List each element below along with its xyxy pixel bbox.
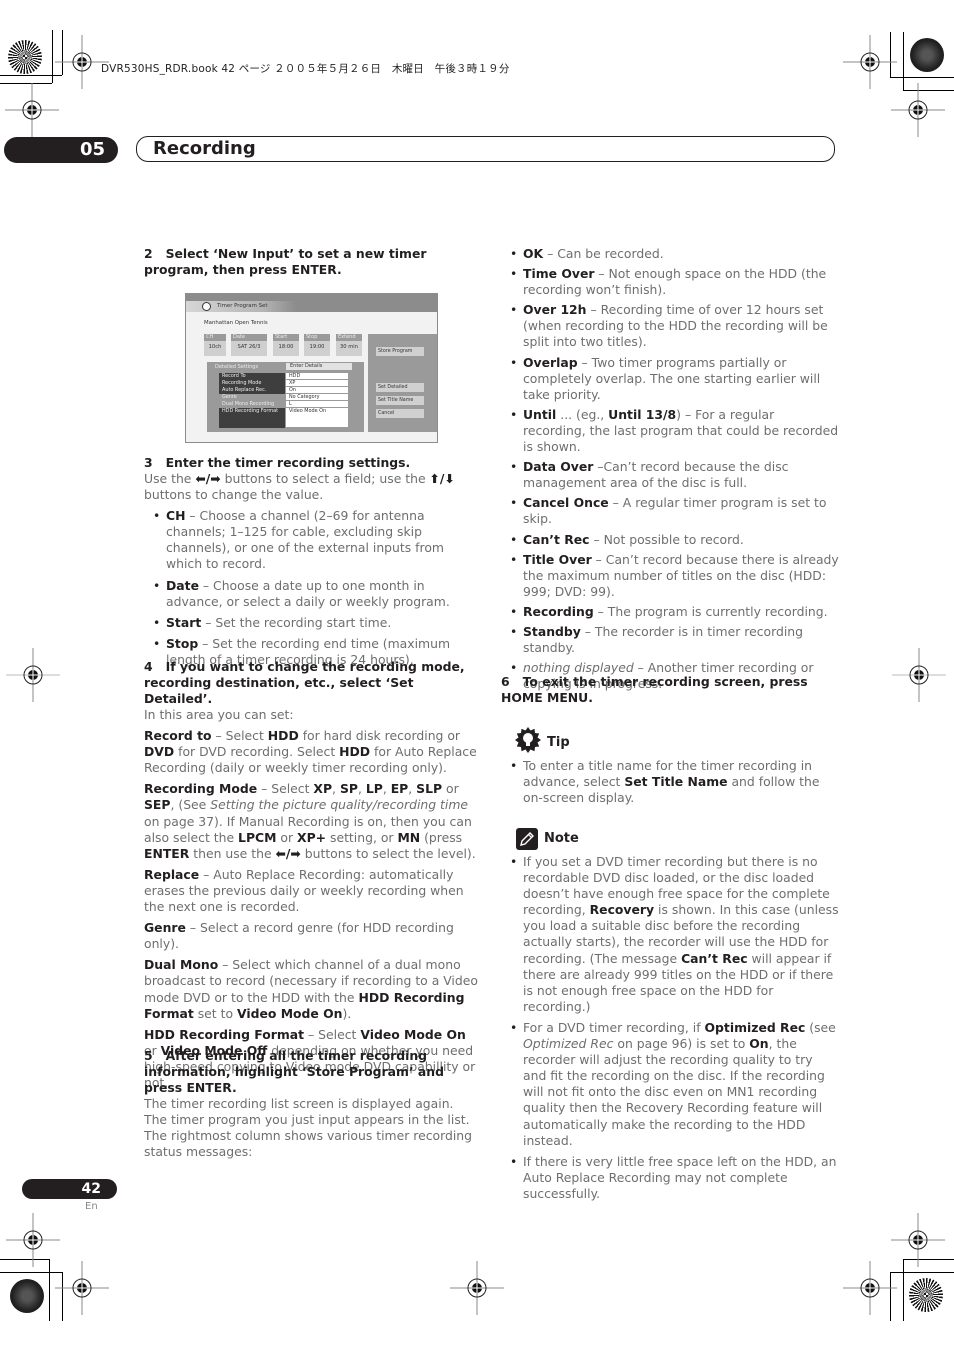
list-item: To enter a title name for the timer reco… <box>501 758 839 806</box>
osd-field-ch: CH 10ch <box>204 334 226 356</box>
chapter-title: Recording <box>153 138 256 159</box>
status-list: OK – Can be recorded. Time Over – Not en… <box>501 246 839 692</box>
list-item: Until ... (eg., Until 13/8) – For a regu… <box>501 407 839 455</box>
crop-line <box>0 75 62 76</box>
crop-line <box>890 1272 954 1273</box>
step-5-heading: 5 After entering all the timer recording… <box>144 1048 444 1095</box>
registration-mark-icon <box>843 35 897 89</box>
registration-mark-icon <box>6 1213 60 1267</box>
registration-mark-icon <box>891 83 945 137</box>
genre-description: Genre – Select a record genre (for HDD r… <box>144 920 454 952</box>
registration-mark-icon <box>892 648 946 702</box>
list-item: Recording – The program is currently rec… <box>501 604 839 620</box>
tip-content: To enter a title name for the timer reco… <box>501 758 839 806</box>
registration-mark-icon <box>6 648 60 702</box>
osd-title: Timer Program Set <box>217 303 268 309</box>
step-4: 4 If you want to change the recording mo… <box>144 659 480 1091</box>
list-item: Title Over – Can’t record because there … <box>501 552 839 600</box>
timer-program-set-screenshot: Timer Program Set Manhattan Open Tennis … <box>185 293 438 443</box>
osd-row-hdd-format[interactable]: HDD Recording Format Video Mode On <box>219 408 349 428</box>
osd-program-name: Manhattan Open Tennis <box>204 320 268 326</box>
registration-mark-icon <box>891 1213 945 1267</box>
list-item: OK – Can be recorded. <box>501 246 839 262</box>
up-down-arrows-icon: ⬆/⬇ <box>429 471 455 486</box>
list-item: Time Over – Not enough space on the HDD … <box>501 266 839 298</box>
registration-mark-icon <box>5 83 59 137</box>
step-2: 2 Select ‘New Input’ to set a new timer … <box>144 246 480 278</box>
list-item: If there is very little free space left … <box>501 1154 839 1202</box>
step-3: 3 Enter the timer recording settings. Us… <box>144 455 480 668</box>
list-item: Standby – The recorder is in timer recor… <box>501 624 839 656</box>
osd-field-start: Start 18:00 <box>273 334 299 356</box>
step-3-bullets: CH – Choose a channel (2–69 for antenna … <box>144 508 480 668</box>
crop-line <box>0 1272 62 1273</box>
step-3-heading: 3 Enter the timer recording settings. <box>144 455 411 470</box>
osd-field-extend: Extend 30 min <box>336 334 362 356</box>
osd-row-dual-mono[interactable]: Dual Mono Recording L <box>219 401 349 408</box>
registration-mark-icon <box>450 1261 504 1315</box>
step-6-heading: 6 To exit the timer recording screen, pr… <box>501 674 808 705</box>
note-title: Note <box>544 831 579 846</box>
list-item: Data Over –Can’t record because the disc… <box>501 459 839 491</box>
list-item: CH – Choose a channel (2–69 for antenna … <box>144 508 480 572</box>
step-text: Select ‘New Input’ to set a new timer pr… <box>144 246 427 277</box>
step-2-heading: 2 Select ‘New Input’ to set a new timer … <box>144 246 480 278</box>
list-item: For a DVD timer recording, if Optimized … <box>501 1020 839 1149</box>
record-to-description: Record to – Select HDD for hard disk rec… <box>144 728 477 776</box>
pencil-note-icon <box>516 828 538 850</box>
osd-action-panel: Store Program Set Detailed Set Title Nam… <box>368 334 437 406</box>
list-item: Can’t Rec – Not possible to record. <box>501 532 839 548</box>
registration-mark-icon <box>55 1261 109 1315</box>
dual-mono-description: Dual Mono – Select which channel of a du… <box>144 957 478 1021</box>
print-header-meta: DVR530HS_RDR.book 42 ページ ２００５年５月２６日 木曜日 … <box>101 63 510 75</box>
list-item: Overlap – Two timer programs partially o… <box>501 355 839 403</box>
registration-mark-icon <box>843 1261 897 1315</box>
lightbulb-tip-icon <box>515 727 541 753</box>
clock-icon <box>202 302 211 311</box>
store-program-button[interactable]: Store Program <box>376 347 424 356</box>
chapter-title-box: Recording <box>136 136 835 162</box>
left-right-arrows-icon: ⬅/➡ <box>195 471 221 486</box>
left-right-arrows-icon: ⬅/➡ <box>275 845 301 861</box>
osd-field-date: Date SAT 26/3 <box>231 334 267 356</box>
starburst-mark-icon <box>910 38 944 72</box>
set-title-name-button[interactable]: Set Title Name <box>376 396 424 405</box>
starburst-mark-icon <box>10 1279 44 1313</box>
starburst-mark-icon <box>8 40 42 74</box>
crop-line <box>903 32 904 90</box>
step-4-intro: In this area you can set: <box>144 707 294 722</box>
crop-line <box>49 1259 50 1321</box>
step-3-body: Use the ⬅/➡ buttons to select a field; u… <box>144 471 455 503</box>
list-item: Start – Set the recording start time. <box>144 615 480 631</box>
list-item: Over 12h – Recording time of over 12 hou… <box>501 302 839 350</box>
osd-row-record-to[interactable]: Record To HDD <box>219 373 349 380</box>
crop-line <box>890 77 954 78</box>
osd-row-recording-mode[interactable]: Recording Mode XP <box>219 380 349 387</box>
list-item: Date – Choose a date up to one month in … <box>144 578 480 610</box>
osd-row-genre[interactable]: Genre No Category <box>219 394 349 401</box>
list-item: Cancel Once – A regular timer program is… <box>501 495 839 527</box>
set-detailed-button[interactable]: Set Detailed <box>376 383 424 392</box>
cancel-button[interactable]: Cancel <box>376 409 424 418</box>
osd-row-auto-replace[interactable]: Auto Replace Rec. On <box>219 387 349 394</box>
recording-mode-description: Recording Mode – Select XP, SP, LP, EP, … <box>144 781 476 861</box>
page-number: 42 <box>22 1179 117 1199</box>
step-5: 5 After entering all the timer recording… <box>144 1048 480 1160</box>
note-content: If you set a DVD timer recording but the… <box>501 854 839 1202</box>
step-5-body: The timer recording list screen is displ… <box>144 1096 473 1160</box>
step-6: 6 To exit the timer recording screen, pr… <box>501 674 839 706</box>
chapter-number: 05 <box>4 137 118 163</box>
list-item: If you set a DVD timer recording but the… <box>501 854 839 1015</box>
step-4-heading: 4 If you want to change the recording mo… <box>144 659 465 706</box>
replace-description: Replace – Auto Replace Recording: automa… <box>144 866 464 915</box>
page-language: En <box>85 1201 98 1212</box>
starburst-mark-icon <box>909 1278 943 1312</box>
status-messages: OK – Can be recorded. Time Over – Not en… <box>501 246 839 692</box>
tip-title: Tip <box>547 735 570 750</box>
osd-detailed-settings: Detailed Settings Enter Details Record T… <box>207 362 364 432</box>
osd-field-stop: Stop 19:00 <box>304 334 330 356</box>
step-number: 2 <box>144 246 153 261</box>
crop-line <box>903 1259 904 1321</box>
